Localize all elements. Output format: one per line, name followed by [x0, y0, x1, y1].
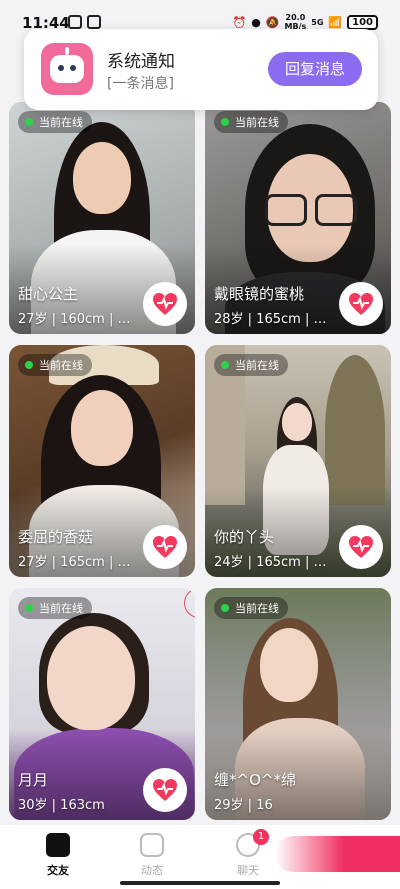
mute-icon: 🔕 [265, 15, 280, 29]
wifi-icon: 📶 [328, 15, 343, 29]
unread-badge: 1 [253, 829, 269, 845]
profile-info: 29岁 | 16 [214, 798, 273, 813]
profile-info: 27岁 | 165cm | … [18, 555, 131, 570]
location-icon: ● [251, 15, 261, 29]
swipe-overlay [275, 836, 400, 872]
online-dot-icon [221, 604, 229, 612]
profile-name: 月月 [18, 771, 49, 789]
profile-name: 委屈的香菇 [18, 528, 94, 546]
profile-info: 28岁 | 165cm | … [214, 312, 327, 327]
profile-name: 甜心公主 [18, 285, 79, 303]
heart-pulse-icon [349, 536, 373, 558]
heart-pulse-icon [153, 293, 177, 315]
profile-info: 27岁 | 160cm | … [18, 312, 131, 327]
tab-make-friends[interactable]: 交友 [28, 833, 88, 878]
battery-indicator: 100 [347, 14, 378, 30]
notification-subtitle: [一条消息] [107, 76, 174, 92]
like-button[interactable] [339, 525, 383, 569]
moments-icon [140, 833, 164, 857]
profile-card[interactable]: 当前在线 甜心公主 27岁 | 160cm | … [9, 102, 195, 334]
app-notification-icon [68, 15, 82, 29]
like-button[interactable] [143, 282, 187, 326]
profile-card[interactable]: 当前在线 戴眼镜的蜜桃 28岁 | 165cm | … [205, 102, 391, 334]
profile-info: 30岁 | 163cm [18, 798, 105, 813]
heart-pulse-icon [153, 536, 177, 558]
online-dot-icon [221, 118, 229, 126]
app-notification-icon [87, 15, 101, 29]
cards-icon [46, 833, 70, 857]
profile-card[interactable]: 当前在线 月月 30岁 | 163cm [9, 588, 195, 820]
online-status-badge: 当前在线 [18, 111, 92, 133]
online-status-badge: 当前在线 [214, 354, 288, 376]
profile-name: 你的丫头 [214, 528, 275, 546]
online-status-badge: 当前在线 [18, 354, 92, 376]
signal-label: 5G [311, 17, 324, 27]
like-button[interactable] [143, 525, 187, 569]
online-dot-icon [25, 361, 33, 369]
robot-icon [41, 43, 93, 95]
heart-pulse-icon [349, 293, 373, 315]
tab-chat[interactable]: 聊天 1 [218, 829, 278, 878]
like-button[interactable] [143, 768, 187, 812]
net-speed-value: 20.0 [285, 13, 306, 22]
notification-title: 系统通知 [107, 52, 175, 72]
profile-card[interactable]: 当前在线 你的丫头 24岁 | 165cm | … [205, 345, 391, 577]
profile-name: 缠*^O^*绵 [214, 771, 296, 789]
profile-name: 戴眼镜的蜜桃 [214, 285, 305, 303]
heart-pulse-icon [153, 779, 177, 801]
home-indicator [120, 881, 280, 885]
online-status-badge: 当前在线 [18, 597, 92, 619]
alarm-icon: ⏰ [232, 15, 247, 29]
online-dot-icon [25, 118, 33, 126]
reply-message-button[interactable]: 回复消息 [268, 52, 362, 86]
online-status-badge: 当前在线 [214, 597, 288, 619]
tab-moments[interactable]: 动态 [122, 833, 182, 878]
online-dot-icon [221, 361, 229, 369]
like-button[interactable] [339, 282, 383, 326]
profile-card[interactable]: 当前在线 缠*^O^*绵 29岁 | 16 [205, 588, 391, 820]
profile-card[interactable]: 当前在线 委屈的香菇 27岁 | 165cm | … [9, 345, 195, 577]
online-status-badge: 当前在线 [214, 111, 288, 133]
system-notification[interactable]: 系统通知 [一条消息] 回复消息 [24, 29, 378, 110]
online-dot-icon [25, 604, 33, 612]
profile-info: 24岁 | 165cm | … [214, 555, 327, 570]
